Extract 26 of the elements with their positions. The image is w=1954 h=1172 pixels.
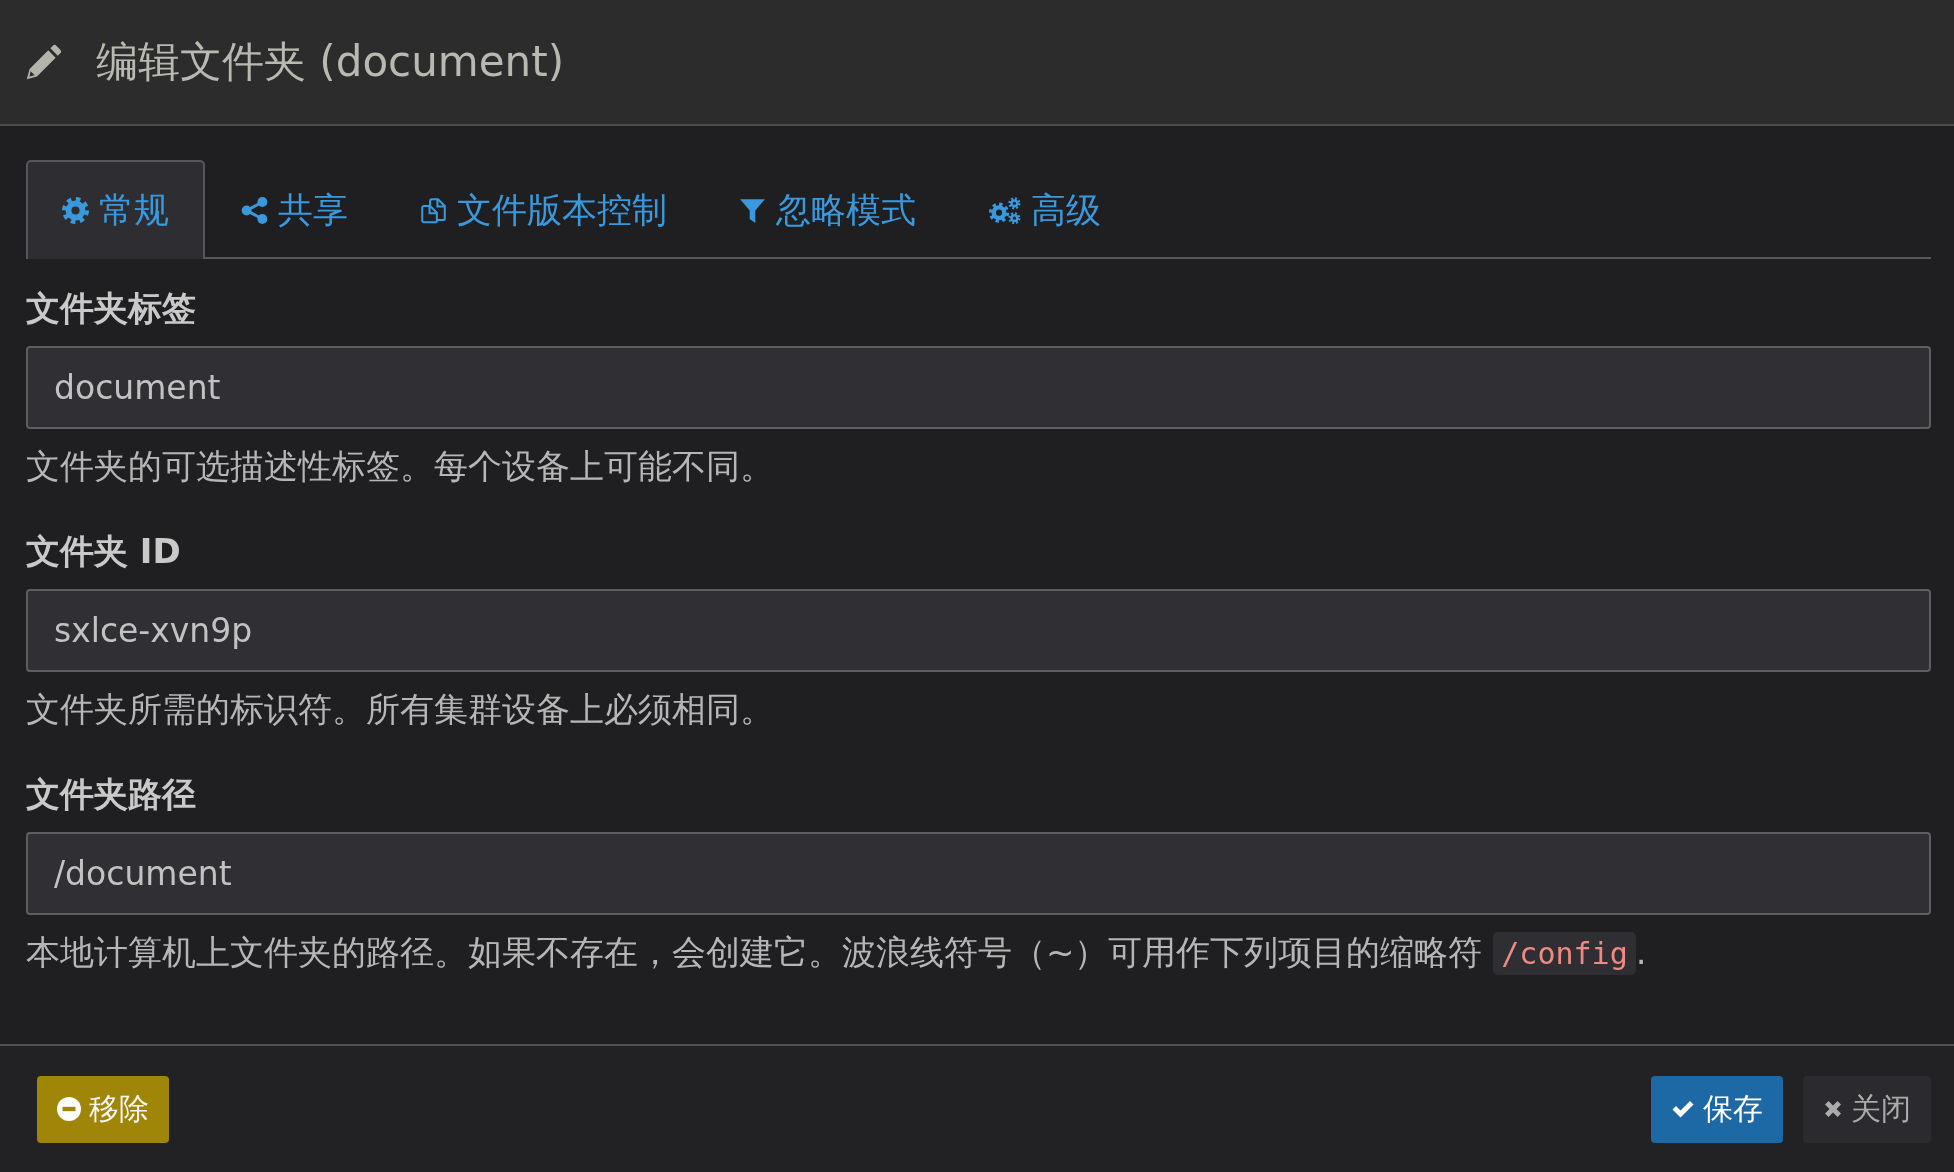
close-icon [1823, 1099, 1843, 1119]
copy-icon [420, 197, 447, 224]
pencil-icon [25, 43, 62, 81]
input-field[interactable]: sxlce-xvn9p [26, 589, 1931, 672]
help-text: 文件夹所需的标识符。所有集群设备上必须相同。 [26, 688, 775, 731]
tab[interactable]: 高级 [952, 160, 1137, 259]
field-label: 文件夹标签 [26, 287, 197, 330]
minus-circle-icon [57, 1097, 81, 1121]
tab[interactable]: 共享 [205, 160, 384, 259]
tab[interactable]: 常规 [26, 160, 205, 259]
tab[interactable]: 忽略模式 [703, 160, 952, 259]
help-text: 本地计算机上文件夹的路径。如果不存在，会创建它。波浪线符号（~）可用作下列项目的缩略符 /config . [26, 928, 1931, 978]
input-field[interactable]: /document [26, 832, 1931, 915]
gear-icon [62, 197, 89, 224]
save-button[interactable]: 保存 [1651, 1075, 1783, 1143]
field-label: 文件夹路径 [26, 773, 197, 816]
gears-icon [988, 197, 1021, 224]
remove-button[interactable]: 移除 [37, 1075, 169, 1143]
filter-icon [739, 197, 766, 224]
input-field[interactable]: document [26, 346, 1931, 429]
dialog-title: 编辑文件夹 (document) [96, 36, 565, 88]
tab[interactable]: 文件版本控制 [384, 160, 703, 259]
field-label: 文件夹 ID [26, 530, 182, 573]
share-icon [241, 197, 268, 224]
help-text: 文件夹的可选描述性标签。每个设备上可能不同。 [26, 445, 775, 488]
close-button[interactable]: 关闭 [1803, 1075, 1931, 1143]
